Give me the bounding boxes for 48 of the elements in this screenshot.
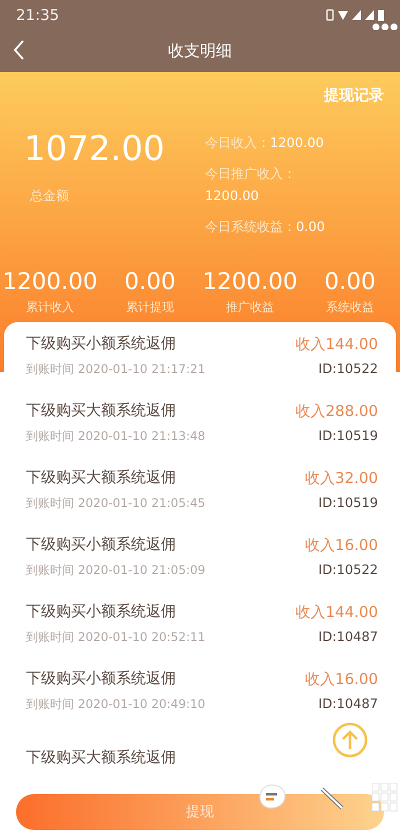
battery-icon <box>378 10 384 20</box>
record-time: 到账时间 2020-01-10 21:13:48 <box>26 428 206 444</box>
record-title: 下级购买大额系统返佣 <box>26 400 177 420</box>
stat-label: 推广收益 <box>226 299 274 316</box>
stat-label: 系统收益 <box>326 299 374 316</box>
record-id: ID:10522 <box>318 562 378 578</box>
today-stat: 今日系统收益：0.00 <box>205 219 326 238</box>
page-title: 收支明细 <box>168 40 232 62</box>
record-id: ID:10519 <box>318 428 378 444</box>
vibrate-icon <box>326 9 334 21</box>
record-title: 下级购买小额系统返佣 <box>26 534 177 554</box>
record-amount: 收入16.00 <box>305 536 378 554</box>
record-time: 到账时间 2020-01-10 20:52:11 <box>26 628 206 646</box>
record-time: 到账时间 2020-01-10 21:17:21 <box>26 360 206 378</box>
record-title: 下级购买大额系统返佣 <box>26 748 176 767</box>
stat-label: 累计提现 <box>126 299 174 316</box>
record-id: ID:10522 <box>318 362 378 376</box>
today-stat: 今日收入：1200.00 <box>205 135 325 153</box>
record-amount: 收入32.00 <box>305 468 378 488</box>
stat-label: 累计收入 <box>26 299 74 316</box>
record-amount: 收入288.00 <box>296 402 378 420</box>
more-icon[interactable] <box>372 23 398 31</box>
withdraw-records-link[interactable]: 提现记录 <box>324 86 384 105</box>
record-amount: 收入16.00 <box>305 670 378 688</box>
wifi-icon <box>338 10 348 20</box>
record-time: 到账时间 2020-01-10 20:49:10 <box>26 696 206 712</box>
record-title: 下级购买小额系统返佣 <box>26 602 177 620</box>
stat-value: 0.00 <box>324 269 376 296</box>
record-time: 到账时间 2020-01-10 21:05:09 <box>26 562 206 578</box>
record-title: 下级购买小额系统返佣 <box>26 334 177 352</box>
status-time: 21:35 <box>16 6 60 24</box>
stat-value: 1200.00 <box>202 269 298 296</box>
record-amount: 收入144.00 <box>296 602 378 622</box>
record-amount: 收入144.00 <box>296 334 378 354</box>
total-amount: 1072.00 <box>24 129 165 169</box>
record-time: 到账时间 2020-01-10 21:05:45 <box>26 494 206 512</box>
record-id: ID:10487 <box>318 696 378 712</box>
total-label: 总金额 <box>30 188 69 205</box>
chat-bubble-icon[interactable] <box>257 783 287 811</box>
stat-value: 0.00 <box>124 269 176 296</box>
record-title: 下级购买小额系统返佣 <box>26 668 177 688</box>
withdraw-button[interactable]: 提现 <box>16 794 384 830</box>
record-title: 下级购买大额系统返佣 <box>26 468 177 486</box>
record-id: ID:10519 <box>318 496 378 510</box>
today-stat: 今日推广收入： 1200.00 <box>205 166 297 206</box>
back-icon[interactable] <box>12 39 26 61</box>
stat-value: 1200.00 <box>2 269 98 296</box>
record-id: ID:10487 <box>318 630 378 644</box>
